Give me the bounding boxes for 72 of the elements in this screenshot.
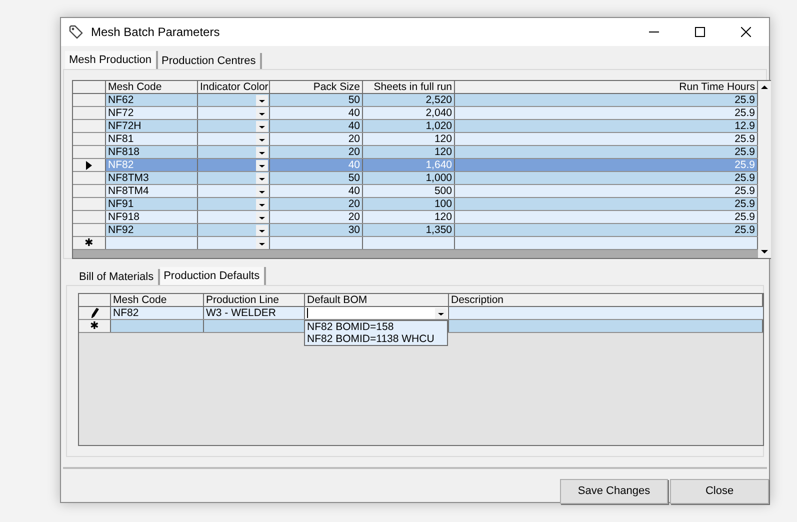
table-cell: 500	[363, 185, 455, 197]
table-cell: 1,640	[363, 159, 455, 171]
scrollbar[interactable]	[758, 81, 771, 258]
dropdown-caret-icon[interactable]	[256, 134, 268, 144]
column-header[interactable]: Default BOM	[305, 294, 449, 306]
maximize-icon	[695, 27, 705, 37]
table-cell: NF92	[106, 224, 198, 236]
dropdown-caret-icon[interactable]	[256, 94, 268, 106]
column-header[interactable]: Sheets in full run	[363, 81, 455, 93]
table-cell: 50	[270, 172, 363, 184]
column-header[interactable]: Production Line	[204, 294, 305, 306]
column-header[interactable]: Indicator Color	[198, 81, 270, 93]
dropdown-caret-icon[interactable]	[256, 146, 268, 158]
table-cell: NF818	[106, 146, 198, 158]
table-cell: NF82	[111, 307, 204, 319]
row-header[interactable]: ✱	[73, 237, 106, 249]
table-cell: NF81	[106, 133, 198, 145]
dropdown-caret-icon[interactable]	[256, 224, 268, 236]
dropdown-caret-icon[interactable]	[435, 308, 447, 318]
table-cell: 120	[363, 211, 455, 223]
table-cell: NF82	[106, 159, 198, 171]
dropdown-caret-icon[interactable]	[256, 120, 268, 132]
table-cell: 40	[270, 107, 363, 119]
table-cell: 100	[363, 198, 455, 210]
column-header[interactable]: Mesh Code	[106, 81, 198, 93]
row-header[interactable]	[73, 159, 106, 171]
table-cell: NF62	[106, 94, 198, 106]
table-cell: 2,040	[363, 107, 455, 119]
table-cell: NF72H	[106, 120, 198, 132]
dropdown-field[interactable]	[305, 307, 449, 319]
table-cell: 120	[363, 133, 455, 145]
table-cell: 20	[270, 133, 363, 145]
table-cell: 20	[270, 198, 363, 210]
button[interactable]: Close	[670, 479, 769, 504]
window-title: Mesh Batch Parameters	[91, 24, 220, 41]
table-cell: 1,350	[363, 224, 455, 236]
tab[interactable]: Production Defaults	[160, 267, 266, 285]
table-cell: 40	[270, 159, 363, 171]
table-cell: NF91	[106, 198, 198, 210]
row-header[interactable]: ✱	[79, 320, 111, 332]
dropdown-option[interactable]: NF82 BOMID=1138 WHCU	[307, 333, 445, 345]
table-cell: 50	[270, 94, 363, 106]
table-cell: NF918	[106, 211, 198, 223]
dropdown-caret-icon[interactable]	[256, 198, 268, 210]
column-header[interactable]: Pack Size	[270, 81, 363, 93]
table-cell: 40	[270, 185, 363, 197]
table-cell: NF8TM3	[106, 172, 198, 184]
table-cell: 1,000	[363, 172, 455, 184]
table-cell: NF72	[106, 107, 198, 119]
dropdown-caret-icon[interactable]	[256, 160, 268, 170]
button[interactable]: Save Changes	[560, 479, 668, 504]
row-header[interactable]	[79, 307, 111, 319]
table-cell: 20	[270, 146, 363, 158]
tab[interactable]: Mesh Production	[65, 51, 158, 69]
table-cell: 1,020	[363, 120, 455, 132]
column-header[interactable]: Description	[449, 294, 763, 306]
table-cell: 30	[270, 224, 363, 236]
row-pointer-icon	[86, 160, 92, 170]
dropdown-caret-icon[interactable]	[256, 238, 268, 248]
column-header[interactable]: Mesh Code	[111, 294, 204, 306]
table-cell: 120	[363, 146, 455, 158]
table-cell: 40	[270, 120, 363, 132]
dropdown-caret-icon[interactable]	[256, 186, 268, 196]
tag-icon	[69, 25, 83, 39]
table-cell: 2,520	[363, 94, 455, 106]
dropdown-caret-icon[interactable]	[256, 108, 268, 118]
dropdown-option[interactable]: NF82 BOMID=158	[307, 321, 445, 333]
dropdown-caret-icon[interactable]	[256, 212, 268, 222]
table-cell: 20	[270, 211, 363, 223]
dropdown-caret-icon[interactable]	[256, 172, 268, 184]
close-icon	[741, 27, 751, 37]
table-cell: NF8TM4	[106, 185, 198, 197]
